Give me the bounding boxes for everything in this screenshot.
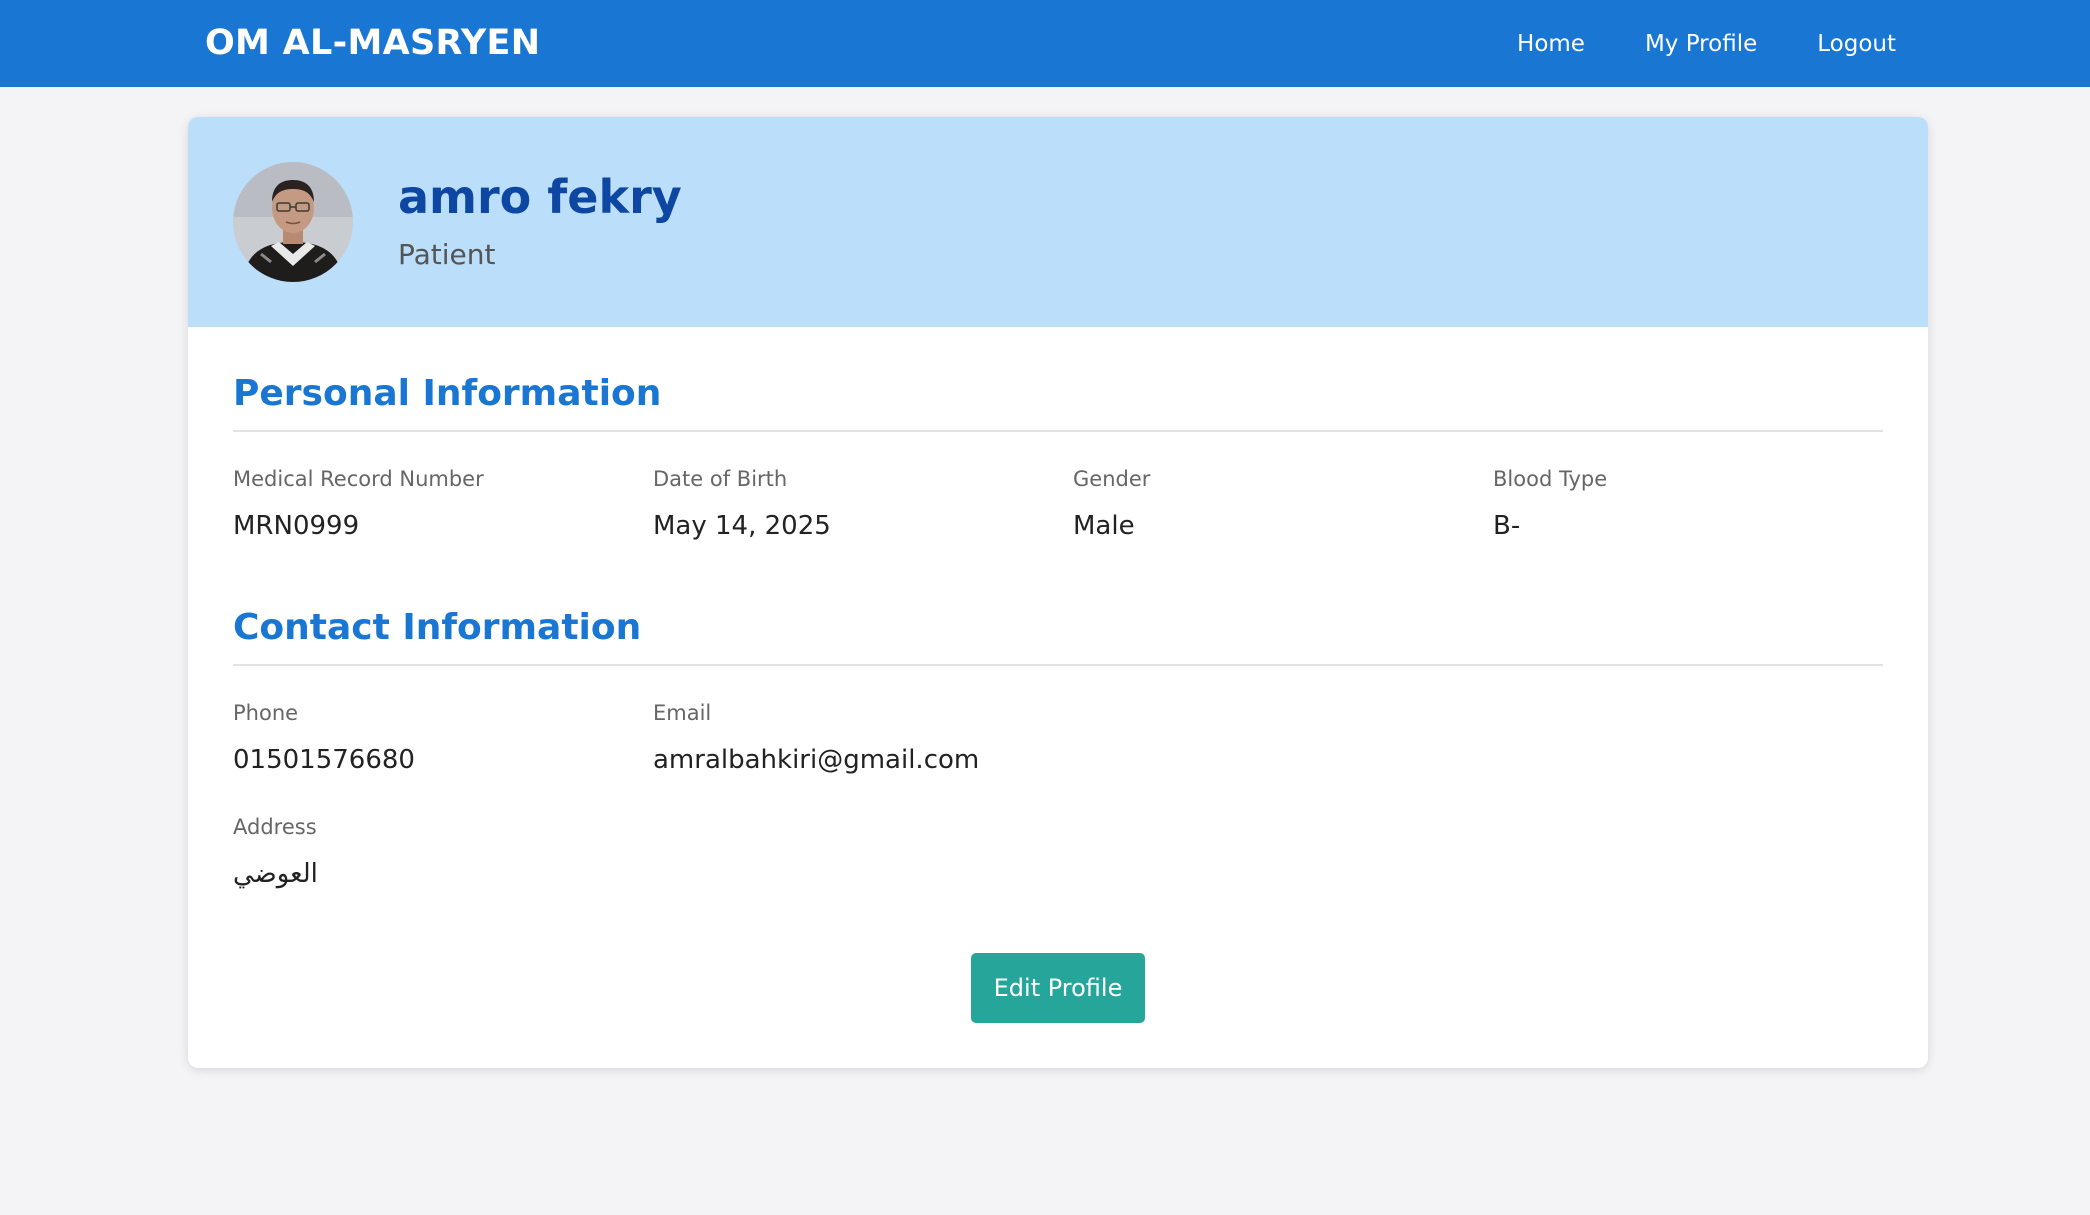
brand-logo-text[interactable]: OM AL-MASRYEN — [205, 19, 540, 67]
nav-home-link[interactable]: Home — [1517, 29, 1585, 59]
contact-info-title: Contact Information — [233, 607, 642, 648]
nav-my-profile-link[interactable]: My Profile — [1645, 29, 1757, 59]
field-label: Medical Record Number — [233, 467, 484, 491]
field-value: Male — [1073, 511, 1135, 541]
top-navbar: OM AL-MASRYEN Home My Profile Logout — [0, 0, 2090, 87]
contact-info-divider — [233, 664, 1883, 666]
field-email: Email amralbahkiri@gmail.com — [653, 699, 979, 777]
field-medical-record-number: Medical Record Number MRN0999 — [233, 465, 484, 543]
field-date-of-birth: Date of Birth May 14, 2025 — [653, 465, 831, 543]
avatar — [233, 162, 353, 282]
profile-card: amro fekry Patient Personal Information … — [188, 117, 1928, 1068]
field-label: Phone — [233, 701, 299, 725]
field-value: B- — [1493, 511, 1521, 541]
field-gender: Gender Male — [1073, 465, 1150, 543]
edit-profile-button[interactable]: Edit Profile — [971, 953, 1145, 1023]
field-label: Address — [233, 815, 317, 839]
profile-header: amro fekry Patient — [188, 117, 1928, 327]
personal-info-title: Personal Information — [233, 373, 662, 414]
field-label: Gender — [1073, 467, 1151, 491]
field-blood-type: Blood Type B- — [1493, 465, 1607, 543]
field-label: Email — [653, 701, 712, 725]
avatar-photo — [233, 162, 353, 282]
user-role: Patient — [398, 238, 496, 271]
field-value: amralbahkiri@gmail.com — [653, 745, 980, 775]
nav-links: Home My Profile Logout — [1517, 0, 1896, 87]
field-value: العوضي — [233, 859, 318, 889]
field-label: Date of Birth — [653, 467, 788, 491]
field-value: May 14, 2025 — [653, 511, 831, 541]
field-value: 01501576680 — [233, 745, 415, 775]
field-address: Address العوضي — [233, 813, 318, 891]
personal-info-divider — [233, 430, 1883, 432]
field-value: MRN0999 — [233, 511, 360, 541]
field-label: Blood Type — [1493, 467, 1608, 491]
user-name: amro fekry — [398, 170, 682, 224]
field-phone: Phone 01501576680 — [233, 699, 415, 777]
nav-logout-link[interactable]: Logout — [1817, 29, 1896, 59]
